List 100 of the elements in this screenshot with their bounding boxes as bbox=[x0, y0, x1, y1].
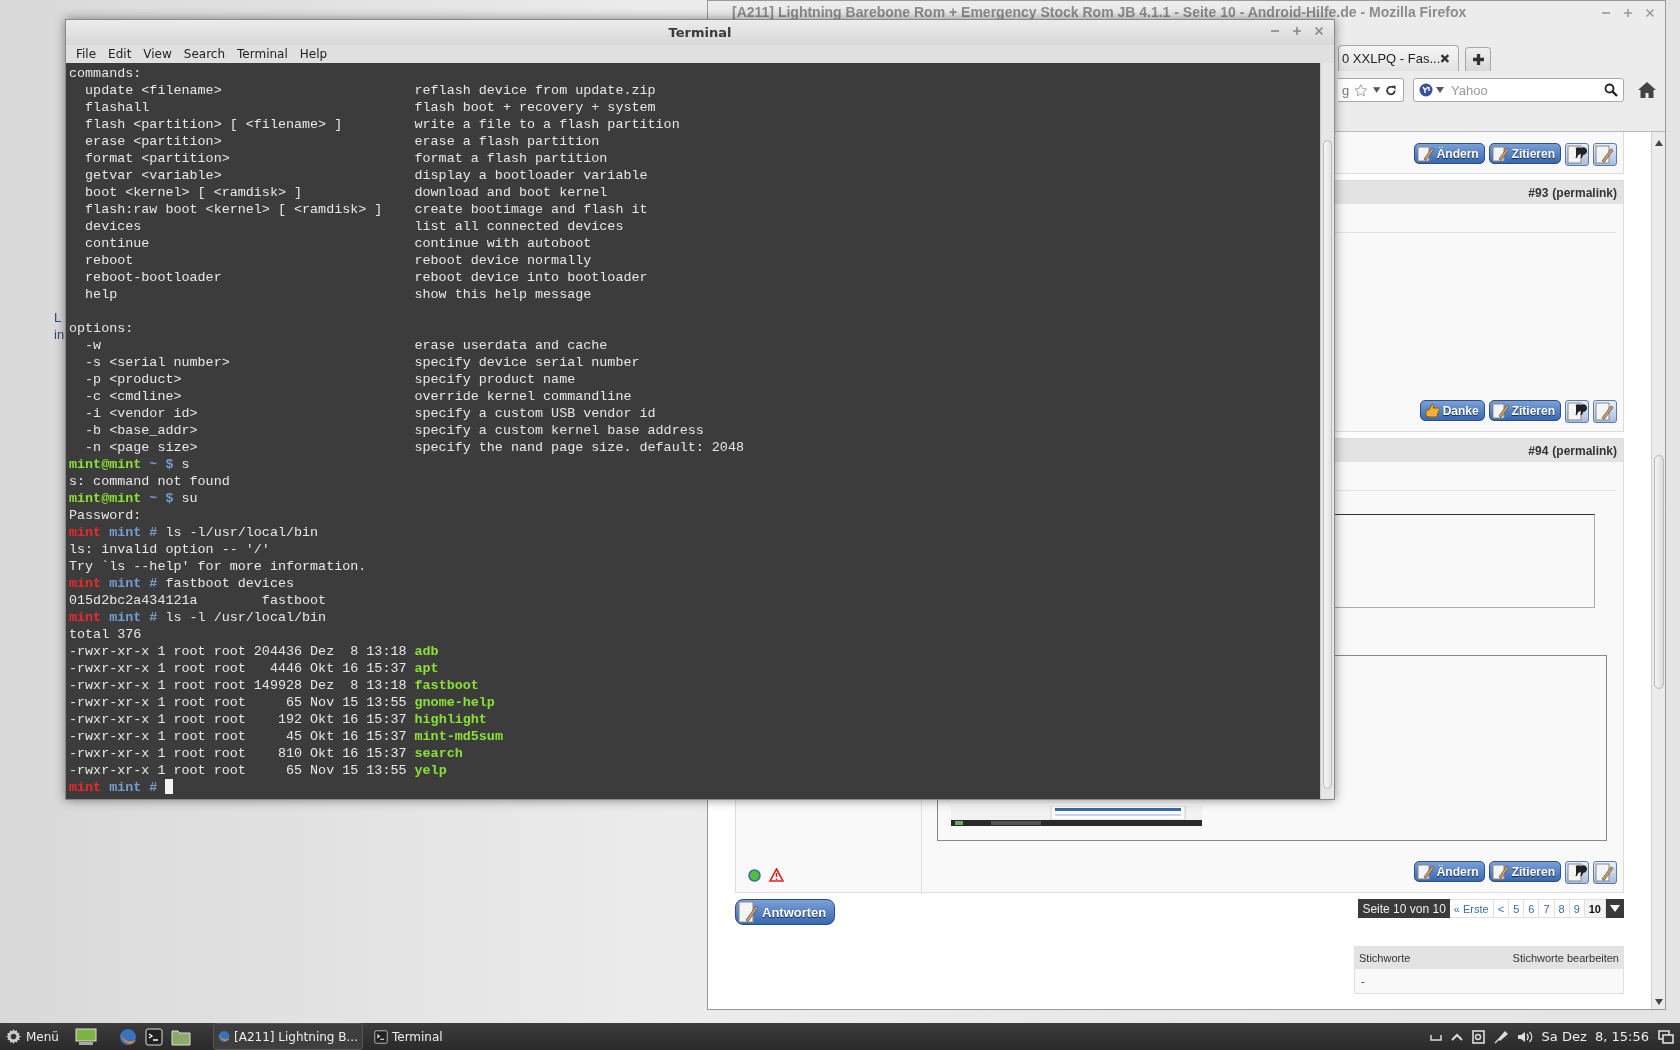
caret-icon[interactable] bbox=[1372, 86, 1381, 94]
scrollbar-thumb[interactable] bbox=[1323, 140, 1332, 789]
windows-icon[interactable] bbox=[1658, 1029, 1674, 1044]
prompt-user: mint bbox=[69, 525, 102, 540]
search-box[interactable]: Yahoo bbox=[1413, 78, 1624, 102]
prompt-path: ~ $ bbox=[149, 457, 174, 472]
search-icon[interactable] bbox=[1604, 83, 1618, 97]
search-engine-icon[interactable] bbox=[1419, 83, 1433, 97]
page-link[interactable]: « Erste bbox=[1449, 899, 1494, 918]
page-link[interactable]: 7 bbox=[1539, 899, 1555, 918]
post-number: #93 bbox=[1528, 185, 1549, 200]
menu-item[interactable]: Edit bbox=[102, 47, 138, 61]
option-description: reboot device into bootloader bbox=[414, 270, 648, 285]
thanks-button[interactable]: Danke bbox=[1419, 400, 1485, 421]
scroll-up-icon[interactable] bbox=[1654, 140, 1663, 146]
address-field[interactable]: g bbox=[1338, 78, 1404, 102]
desktop-icon[interactable] bbox=[74, 1027, 97, 1046]
keyboard-icon[interactable] bbox=[1429, 1032, 1442, 1041]
edit-button[interactable]: Ändern bbox=[1413, 861, 1485, 882]
prompt-path: mint # bbox=[109, 576, 158, 591]
quote-button[interactable]: Zitieren bbox=[1488, 861, 1561, 882]
option-description: continue with autoboot bbox=[414, 236, 592, 251]
new-tab-button[interactable] bbox=[1465, 47, 1491, 71]
reply-button[interactable] bbox=[1593, 861, 1617, 884]
search-field[interactable]: Yahoo bbox=[1447, 82, 1601, 98]
browser-icon[interactable] bbox=[118, 1027, 137, 1046]
folder-icon[interactable] bbox=[170, 1027, 191, 1046]
reload-icon[interactable] bbox=[1385, 83, 1397, 97]
reply-button[interactable] bbox=[1593, 143, 1617, 166]
pencil-icon bbox=[1416, 862, 1435, 881]
scrollbar[interactable] bbox=[1651, 132, 1665, 1009]
scroll-down-icon[interactable] bbox=[1654, 999, 1663, 1005]
scrollbar-thumb[interactable] bbox=[1653, 455, 1664, 689]
prompt-user: mint@mint bbox=[69, 457, 142, 472]
clock[interactable]: Sa Dez 8, 15:56 bbox=[1541, 1029, 1649, 1044]
post-number: #94 bbox=[1528, 443, 1549, 458]
file-attributes: -rwxr-xr-x 1 root root 810 Okt 16 15:37 bbox=[69, 746, 407, 761]
menu-button[interactable]: Menü bbox=[0, 1023, 67, 1050]
file-attributes: -rwxr-xr-x 1 root root 192 Okt 16 15:37 bbox=[69, 712, 407, 727]
clipboard-icon[interactable] bbox=[1471, 1029, 1485, 1044]
terminal-icon[interactable] bbox=[144, 1027, 163, 1046]
option-description: list all connected devices bbox=[414, 219, 624, 234]
command-option: -w bbox=[69, 337, 415, 354]
network-icon[interactable] bbox=[1493, 1029, 1508, 1044]
menu-item[interactable]: Search bbox=[177, 47, 232, 61]
multiquote-button[interactable] bbox=[1565, 861, 1589, 884]
terminal-icon bbox=[373, 1029, 388, 1044]
prompt-path: mint # bbox=[109, 525, 158, 540]
pencil-icon bbox=[1416, 144, 1435, 163]
file-name: fastboot bbox=[414, 678, 479, 693]
menu-item[interactable]: Terminal bbox=[231, 47, 294, 61]
maximize-icon[interactable] bbox=[1292, 26, 1302, 36]
star-icon[interactable] bbox=[1354, 82, 1368, 98]
menu-item[interactable]: Help bbox=[293, 47, 334, 61]
caret-icon bbox=[1610, 905, 1620, 912]
multiquote-button[interactable] bbox=[1565, 400, 1589, 423]
page-menu-button[interactable] bbox=[1606, 899, 1624, 918]
warning-icon[interactable] bbox=[769, 868, 784, 882]
screenshot-thumbnail[interactable] bbox=[951, 806, 1202, 826]
terminal-output: ls: invalid option -- '/' bbox=[69, 542, 270, 557]
command-option: boot <kernel> [ <ramdisk> ] bbox=[69, 184, 415, 201]
multiquote-button[interactable] bbox=[1565, 143, 1589, 166]
command-option: -p <product> bbox=[69, 371, 415, 388]
desktop-icon-label: L bbox=[54, 309, 63, 326]
quote-button[interactable]: Zitieren bbox=[1488, 143, 1561, 164]
page-link[interactable]: 5 bbox=[1509, 899, 1525, 918]
terminal-output: total 376 bbox=[69, 627, 142, 642]
command-text: s bbox=[181, 457, 190, 472]
command-text: ls -l /usr/local/bin bbox=[165, 610, 327, 625]
reply-button[interactable]: Antworten bbox=[735, 899, 836, 925]
page-link[interactable]: 10 bbox=[1584, 899, 1606, 918]
taskbar-window-button[interactable]: Terminal bbox=[368, 1023, 519, 1050]
close-icon[interactable] bbox=[1440, 53, 1450, 64]
browser-tab[interactable]: 0 XXLPQ - Fas... bbox=[1338, 45, 1459, 71]
option-description: specify device serial number bbox=[414, 355, 640, 370]
page-link[interactable]: 6 bbox=[1524, 899, 1540, 918]
home-icon[interactable] bbox=[1638, 82, 1656, 98]
menu-item[interactable]: View bbox=[137, 47, 178, 61]
prompt-path: mint # bbox=[109, 780, 158, 795]
taskbar-window-button[interactable]: [A211] Lightning B... bbox=[212, 1023, 363, 1050]
chevron-up-icon[interactable] bbox=[1450, 1032, 1463, 1041]
edit-button[interactable]: Ändern bbox=[1413, 143, 1485, 164]
menu-item[interactable]: File bbox=[70, 47, 103, 61]
permalink-link[interactable]: (permalink) bbox=[1552, 443, 1617, 458]
file-attributes: -rwxr-xr-x 1 root root 204436 Dez 8 13:18 bbox=[69, 644, 407, 659]
window-title: [A211] Lightning Barebone Rom + Emergency Stock Rom JB 4.1.1 - Seite 10 - Android-Hilfe.de - Mozilla Firefox bbox=[732, 4, 1467, 20]
edit-tags-link[interactable]: Stichworte bearbeiten bbox=[1512, 952, 1619, 964]
command-option: flashall bbox=[69, 99, 415, 116]
caret-icon[interactable] bbox=[1436, 86, 1444, 94]
command-option: -c <cmdline> bbox=[69, 388, 415, 405]
command-option: -b <base_addr> bbox=[69, 422, 415, 439]
scrollbar[interactable] bbox=[1320, 63, 1334, 799]
file-name: gnome-help bbox=[414, 695, 495, 710]
reply-button[interactable] bbox=[1593, 400, 1617, 423]
pencil-icon bbox=[1595, 144, 1615, 165]
quote-button[interactable]: Zitieren bbox=[1488, 400, 1561, 421]
volume-icon[interactable] bbox=[1516, 1029, 1533, 1044]
file-name: adb bbox=[414, 644, 439, 659]
permalink-link[interactable]: (permalink) bbox=[1552, 185, 1617, 200]
file-name: mint-md5sum bbox=[414, 729, 503, 744]
